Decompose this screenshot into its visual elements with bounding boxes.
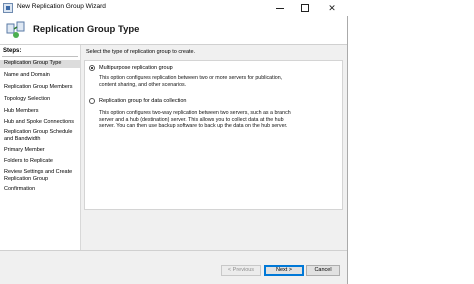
- step-schedule-and-bandwidth: Replication Group Schedule and Bandwidth: [4, 129, 73, 142]
- step-confirmation: Confirmation: [4, 186, 36, 192]
- close-button[interactable]: ✕: [320, 0, 344, 16]
- data-collection-label[interactable]: Replication group for data collection: [99, 98, 186, 104]
- step-hub-and-spoke-connections: Hub and Spoke Connections: [4, 119, 75, 125]
- step-primary-member: Primary Member: [4, 147, 45, 153]
- content-panel: Select the type of replication group to …: [81, 45, 347, 250]
- data-collection-description: This option configures two-way replicati…: [99, 110, 291, 129]
- page-title: Replication Group Type: [33, 24, 140, 35]
- multipurpose-description: This option configures replication betwe…: [99, 75, 283, 88]
- replication-group-icon: [6, 21, 25, 38]
- multipurpose-label[interactable]: Multipurpose replication group: [99, 65, 173, 71]
- step-replication-group-members: Replication Group Members: [4, 84, 73, 90]
- step-topology-selection: Topology Selection: [4, 96, 51, 102]
- footer-divider: [0, 250, 347, 251]
- step-folders-to-replicate: Folders to Replicate: [4, 158, 53, 164]
- step-review-settings: Review Settings and Create Replication G…: [4, 169, 73, 182]
- data-collection-radio[interactable]: [89, 98, 95, 104]
- step-replication-group-type: Replication Group Type: [0, 60, 80, 68]
- steps-divider: [2, 56, 78, 57]
- previous-button[interactable]: < Previous: [221, 265, 261, 276]
- wizard-header: Replication Group Type: [0, 16, 347, 45]
- option-multipurpose[interactable]: Multipurpose replication group: [89, 65, 173, 71]
- app-icon: [3, 3, 13, 13]
- options-group: Multipurpose replication group This opti…: [84, 60, 343, 210]
- next-button[interactable]: Next >: [264, 265, 304, 276]
- window-title: New Replication Group Wizard: [17, 3, 106, 10]
- steps-heading: Steps:: [3, 48, 22, 54]
- steps-panel: Steps: Replication Group Type Name and D…: [0, 45, 81, 250]
- minimize-button[interactable]: [268, 0, 292, 16]
- cancel-button[interactable]: Cancel: [306, 265, 340, 276]
- step-hub-members: Hub Members: [4, 108, 39, 114]
- step-name-and-domain: Name and Domain: [4, 72, 50, 78]
- instruction-text: Select the type of replication group to …: [86, 49, 196, 55]
- multipurpose-radio[interactable]: [89, 65, 95, 71]
- option-data-collection[interactable]: Replication group for data collection: [89, 98, 186, 104]
- wizard-window: New Replication Group Wizard ✕ Replicati…: [0, 0, 348, 284]
- title-bar: New Replication Group Wizard ✕: [0, 0, 348, 16]
- maximize-button[interactable]: [293, 0, 317, 16]
